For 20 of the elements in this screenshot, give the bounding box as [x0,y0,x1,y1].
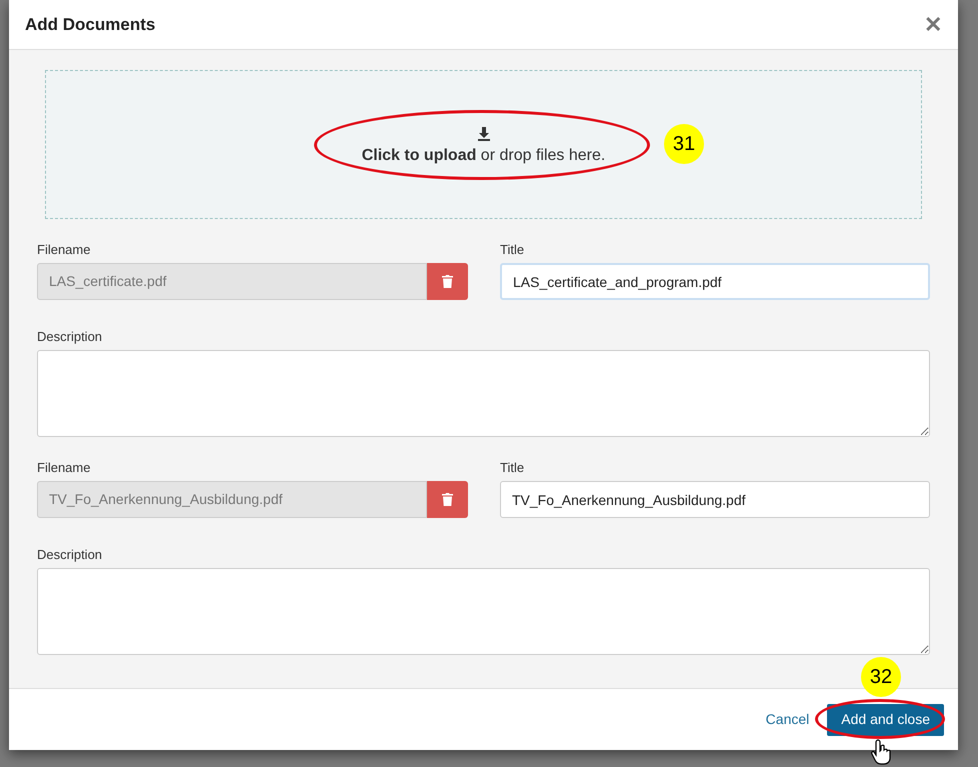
field-label: Description [37,328,104,346]
close-button[interactable]: ✕ [924,14,942,36]
title-field[interactable]: LAS_certificate_and_program.pdf [500,263,930,300]
delete-button[interactable] [427,263,468,300]
field-label: Filename [37,459,92,478]
delete-button[interactable] [427,481,468,518]
field-label: Title [500,459,526,478]
download-icon [476,126,492,142]
add-and-close-button[interactable]: Add and close [827,704,944,736]
field-label: Title [500,241,526,260]
field-label: Filename [37,241,92,260]
dialog-title: Add Documents [25,14,156,36]
upload-instruction: Click to upload or drop files here. [362,146,606,166]
trash-icon [442,493,453,506]
description-field[interactable] [37,568,930,655]
cancel-link[interactable]: Cancel [766,709,810,730]
trash-icon [442,275,453,288]
field-label: Description [37,546,104,564]
title-field[interactable]: TV_Fo_Anerkennung_Ausbildung.pdf [500,481,930,518]
description-field[interactable] [37,350,930,437]
